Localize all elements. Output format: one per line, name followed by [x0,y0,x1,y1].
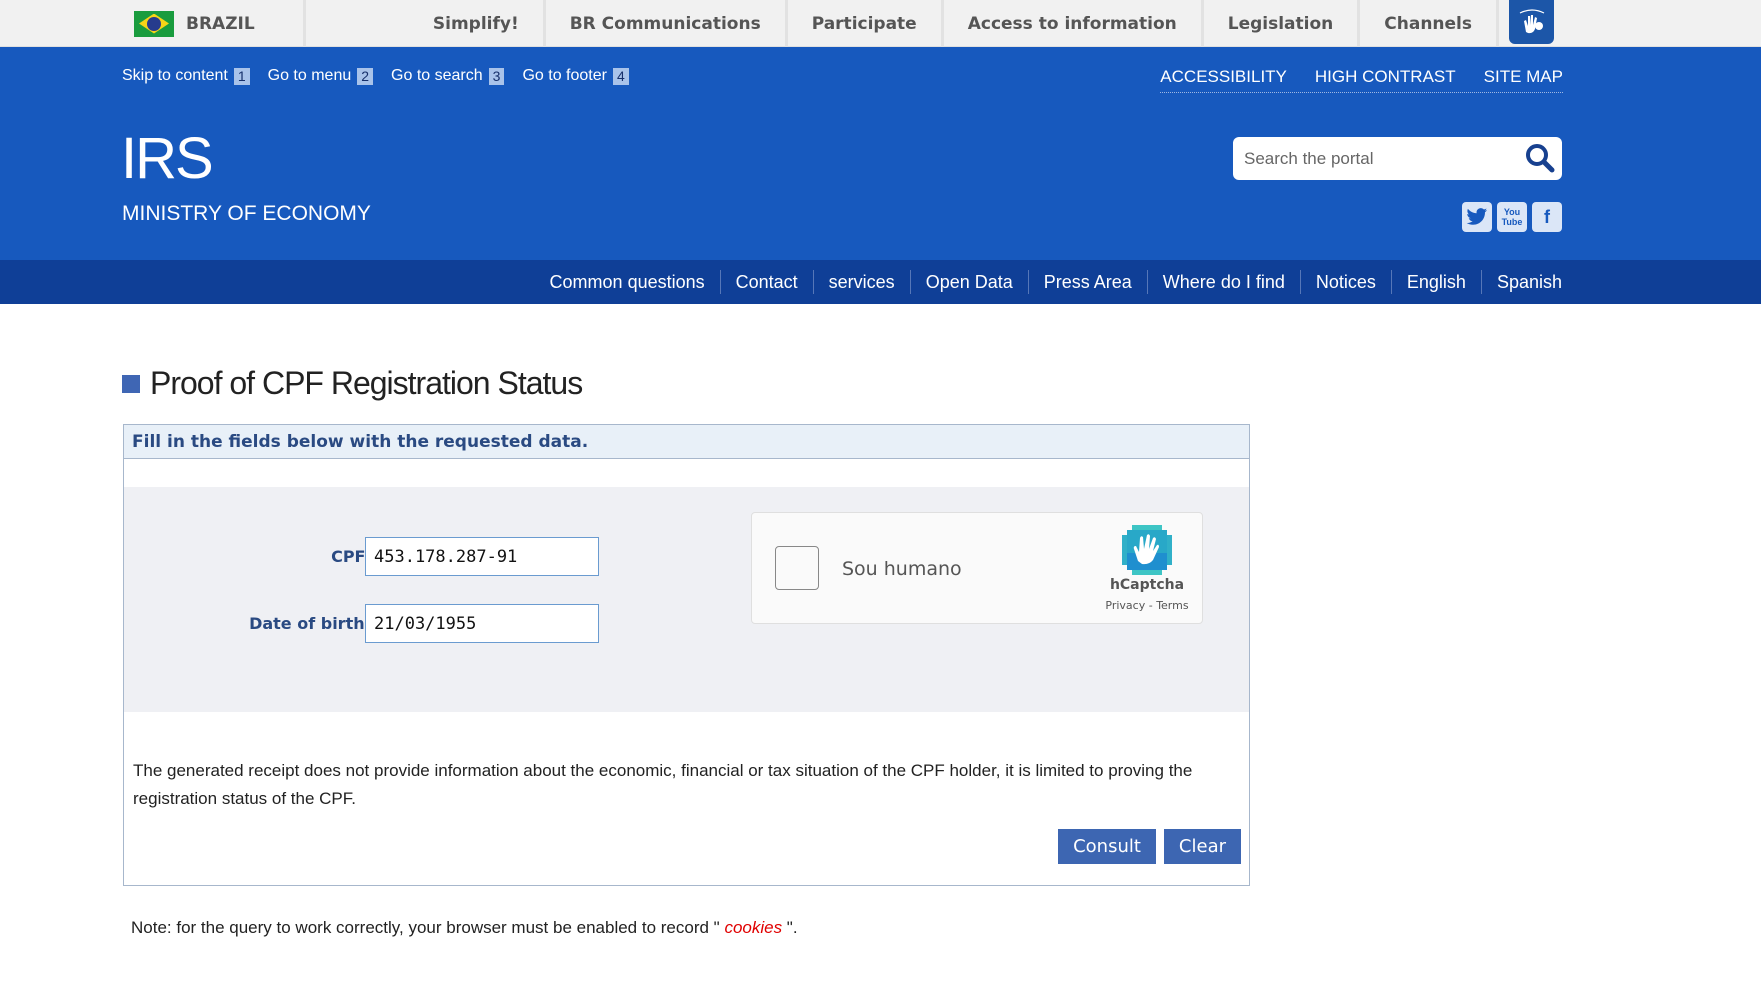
top-link-br-communications[interactable]: BR Communications [542,0,785,47]
captcha-terms-link[interactable]: Terms [1156,599,1188,612]
utility-links: ACCESSIBILITY HIGH CONTRAST SITE MAP [1160,67,1563,93]
facebook-icon[interactable]: f [1532,202,1562,232]
form-header: Fill in the fields below with the reques… [124,425,1249,459]
note-suffix: ". [782,918,798,937]
cpf-form: Fill in the fields below with the reques… [123,424,1250,886]
go-to-footer-link[interactable]: Go to footer 4 [522,67,629,85]
note-text: Note: for the query to work correctly, y… [131,918,725,937]
title-bullet-icon [122,374,140,393]
date-of-birth-input[interactable] [365,604,599,643]
nav-where-do-i-find[interactable]: Where do I find [1146,270,1300,294]
form-fields-area: CPF: Date of birth: Sou humano hCaptcha … [124,487,1249,712]
site-subtitle: MINISTRY OF ECONOMY [122,202,371,225]
shortcut-key: 2 [357,67,374,85]
twitter-icon[interactable] [1462,202,1492,232]
skip-links: Skip to content 1 Go to menu 2 Go to searc… [122,67,629,85]
nav-common-questions[interactable]: Common questions [535,270,720,294]
human-checkbox[interactable] [775,546,819,590]
search-icon[interactable] [1524,142,1556,174]
captcha-privacy-link[interactable]: Privacy [1105,599,1145,612]
top-link-channels[interactable]: Channels [1357,0,1499,47]
nav-english[interactable]: English [1390,270,1481,294]
brazil-label: BRAZIL [186,13,255,34]
search-input[interactable] [1233,137,1503,180]
nav-open-data[interactable]: Open Data [909,270,1028,294]
nav-spanish[interactable]: Spanish [1480,270,1562,294]
hands-icon [1519,9,1544,34]
shortcut-key: 1 [233,67,250,85]
cookies-link[interactable]: cookies [724,918,782,937]
gov-top-links: Simplify! BR Communications Participate … [409,0,1499,47]
go-to-search-link[interactable]: Go to search 3 [391,67,505,85]
skip-link-label: Skip to content [122,67,228,84]
page-title-block: Proof of CPF Registration Status [122,365,583,402]
high-contrast-link[interactable]: HIGH CONTRAST [1315,67,1456,87]
hcaptcha-logo-icon [1122,525,1172,575]
hcaptcha-widget: Sou humano hCaptcha Privacy - Terms [751,512,1203,624]
consult-button[interactable]: Consult [1058,829,1156,864]
nav-contact[interactable]: Contact [719,270,813,294]
top-link-simplify[interactable]: Simplify! [409,0,543,47]
hcaptcha-brand: hCaptcha [1109,577,1185,593]
brazil-link[interactable]: BRAZIL [134,0,306,47]
receipt-info-text: The generated receipt does not provide i… [133,761,1193,808]
shortcut-key: 3 [488,67,505,85]
page-title: Proof of CPF Registration Status [150,365,583,401]
skip-to-content-link[interactable]: Skip to content 1 [122,67,250,85]
sign-language-icon[interactable] [1509,0,1554,44]
nav-services[interactable]: services [812,270,910,294]
top-link-legislation[interactable]: Legislation [1200,0,1358,47]
top-link-participate[interactable]: Participate [784,0,941,47]
gov-top-bar: BRAZIL Simplify! BR Communications Parti… [0,0,1761,47]
skip-link-label: Go to menu [267,67,352,84]
hcaptcha-links: Privacy - Terms [1092,599,1202,612]
shortcut-key: 4 [612,67,629,85]
form-actions: Consult Clear [1058,829,1241,864]
cookies-note: Note: for the query to work correctly, y… [131,918,798,938]
nav-press-area[interactable]: Press Area [1027,270,1147,294]
go-to-menu-link[interactable]: Go to menu 2 [267,67,374,85]
accessibility-link[interactable]: ACCESSIBILITY [1160,67,1287,87]
top-link-access-to-information[interactable]: Access to information [940,0,1201,47]
brazil-flag-icon [134,10,174,37]
social-links: You Tube f [1462,202,1562,232]
youtube-icon[interactable]: You Tube [1497,202,1527,232]
site-header: Skip to content 1 Go to menu 2 Go to searc… [0,47,1761,260]
main-nav: Common questions Contact services Open D… [0,260,1761,304]
cpf-input[interactable] [365,537,599,576]
form-instructions: Fill in the fields below with the reques… [132,431,589,452]
captcha-separator: - [1145,599,1157,612]
date-of-birth-label: Date of birth: [249,614,371,633]
site-map-link[interactable]: SITE MAP [1484,67,1563,87]
skip-link-label: Go to search [391,67,483,84]
clear-button[interactable]: Clear [1163,829,1241,864]
skip-link-label: Go to footer [522,67,607,84]
site-title[interactable]: IRS [121,125,214,192]
captcha-label: Sou humano [842,558,962,580]
nav-notices[interactable]: Notices [1299,270,1391,294]
search-box [1233,137,1562,180]
